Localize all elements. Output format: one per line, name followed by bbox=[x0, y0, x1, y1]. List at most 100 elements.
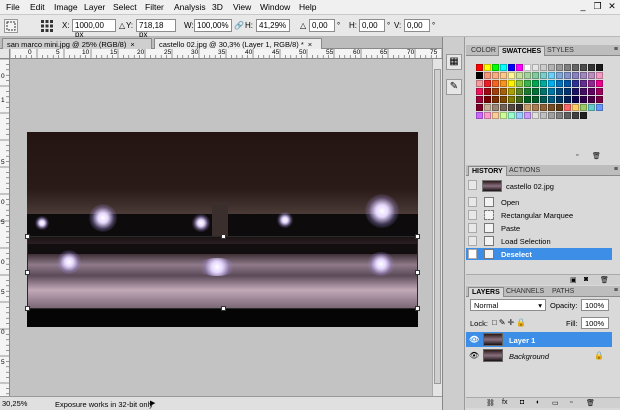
color-swatch[interactable] bbox=[556, 80, 563, 87]
color-swatch[interactable] bbox=[492, 80, 499, 87]
tab-san-marco[interactable]: san marco mini.jpg @ 25% (RGB/8) × bbox=[2, 38, 152, 49]
color-swatch[interactable] bbox=[484, 72, 491, 79]
color-swatch[interactable] bbox=[532, 72, 539, 79]
color-swatch[interactable] bbox=[556, 88, 563, 95]
color-swatch[interactable] bbox=[532, 96, 539, 103]
color-swatch[interactable] bbox=[516, 112, 523, 119]
minimize-icon[interactable]: _ bbox=[577, 1, 589, 11]
transform-handle[interactable] bbox=[25, 234, 30, 239]
color-swatch[interactable] bbox=[580, 104, 587, 111]
history-brush-source[interactable] bbox=[468, 223, 477, 233]
color-swatch[interactable] bbox=[532, 64, 539, 71]
color-swatch[interactable] bbox=[508, 88, 515, 95]
layer-style-icon[interactable]: fx bbox=[502, 399, 507, 406]
transform-handle[interactable] bbox=[25, 270, 30, 275]
color-swatch[interactable] bbox=[548, 104, 555, 111]
color-swatch[interactable] bbox=[516, 72, 523, 79]
new-snapshot-icon[interactable]: ◙ bbox=[584, 276, 588, 283]
tab-paths[interactable]: PATHS bbox=[549, 287, 577, 297]
color-swatch[interactable] bbox=[596, 104, 603, 111]
color-swatch[interactable] bbox=[596, 80, 603, 87]
tab-layers[interactable]: LAYERS bbox=[468, 287, 504, 297]
color-swatch[interactable] bbox=[548, 112, 555, 119]
color-swatch[interactable] bbox=[572, 64, 579, 71]
color-swatch[interactable] bbox=[516, 88, 523, 95]
color-swatch[interactable] bbox=[484, 64, 491, 71]
color-swatch[interactable] bbox=[500, 72, 507, 79]
new-document-icon[interactable]: ▣ bbox=[570, 276, 577, 284]
history-brush-source[interactable] bbox=[468, 236, 477, 246]
new-layer-icon[interactable]: ▫ bbox=[570, 399, 572, 406]
color-swatch[interactable] bbox=[484, 80, 491, 87]
color-swatch[interactable] bbox=[476, 72, 483, 79]
color-swatch[interactable] bbox=[524, 80, 531, 87]
tab-styles[interactable]: STYLES bbox=[544, 46, 577, 56]
opacity-field[interactable]: 100% bbox=[581, 299, 609, 311]
color-swatch[interactable] bbox=[540, 112, 547, 119]
color-swatch[interactable] bbox=[540, 96, 547, 103]
color-swatch[interactable] bbox=[492, 112, 499, 119]
color-swatch[interactable] bbox=[476, 64, 483, 71]
color-swatch[interactable] bbox=[508, 72, 515, 79]
color-swatch[interactable] bbox=[516, 104, 523, 111]
color-swatch[interactable] bbox=[556, 112, 563, 119]
layer-row-layer-1[interactable]: 👁 Layer 1 bbox=[466, 332, 612, 347]
hskew-field[interactable]: 0,00 bbox=[359, 19, 385, 32]
color-swatch[interactable] bbox=[580, 64, 587, 71]
history-brush-source[interactable] bbox=[468, 180, 477, 190]
menu-file[interactable]: File bbox=[6, 2, 20, 12]
tool-preset-picker[interactable] bbox=[4, 19, 18, 33]
link-icon[interactable]: 🔗 bbox=[234, 21, 244, 30]
transform-handle[interactable] bbox=[415, 306, 420, 311]
fill-field[interactable]: 100% bbox=[581, 317, 609, 329]
delete-swatch-icon[interactable]: 🗑 bbox=[592, 152, 601, 160]
color-swatch[interactable] bbox=[500, 88, 507, 95]
panel-menu-icon[interactable]: ≡ bbox=[614, 166, 618, 173]
link-layers-icon[interactable]: ⛓ bbox=[486, 399, 495, 407]
color-swatch[interactable] bbox=[500, 112, 507, 119]
color-swatch[interactable] bbox=[500, 96, 507, 103]
color-swatch[interactable] bbox=[524, 64, 531, 71]
color-swatch[interactable] bbox=[540, 104, 547, 111]
history-snapshot[interactable]: castello 02.jpg bbox=[466, 178, 612, 194]
color-swatch[interactable] bbox=[572, 112, 579, 119]
color-swatch[interactable] bbox=[524, 88, 531, 95]
eye-icon[interactable]: 👁 bbox=[469, 351, 479, 360]
close-tab-icon[interactable]: × bbox=[130, 40, 134, 49]
tool-presets-icon[interactable]: ✎ bbox=[446, 79, 462, 95]
history-item-selected[interactable]: Deselect bbox=[466, 248, 612, 260]
color-swatch[interactable] bbox=[548, 72, 555, 79]
zoom-level[interactable]: 30,25% bbox=[2, 398, 32, 409]
color-swatch[interactable] bbox=[524, 112, 531, 119]
color-swatch[interactable] bbox=[596, 64, 603, 71]
menu-layer[interactable]: Layer bbox=[84, 2, 105, 12]
color-swatch[interactable] bbox=[556, 64, 563, 71]
menu-window[interactable]: Window bbox=[260, 2, 290, 12]
color-swatch[interactable] bbox=[556, 104, 563, 111]
vertical-scrollbar[interactable] bbox=[432, 59, 442, 396]
color-swatch[interactable] bbox=[588, 80, 595, 87]
reference-point-icon[interactable] bbox=[40, 19, 54, 33]
color-swatch[interactable] bbox=[532, 88, 539, 95]
color-swatch[interactable] bbox=[516, 96, 523, 103]
menu-edit[interactable]: Edit bbox=[30, 2, 45, 12]
close-tab-icon[interactable]: × bbox=[308, 40, 312, 49]
color-swatch[interactable] bbox=[572, 96, 579, 103]
color-swatch[interactable] bbox=[476, 88, 483, 95]
color-swatch[interactable] bbox=[548, 80, 555, 87]
color-swatch[interactable] bbox=[508, 96, 515, 103]
lock-options-icons[interactable]: □✎✛🔒 bbox=[492, 318, 528, 327]
blend-mode-select[interactable]: Normal ▾ bbox=[470, 299, 546, 311]
color-swatch[interactable] bbox=[564, 112, 571, 119]
w-field[interactable]: 100,00% bbox=[194, 19, 232, 32]
color-swatch[interactable] bbox=[572, 104, 579, 111]
menu-3d[interactable]: 3D bbox=[212, 2, 223, 12]
ruler-origin[interactable] bbox=[0, 49, 10, 59]
color-swatch[interactable] bbox=[556, 96, 563, 103]
color-swatch[interactable] bbox=[540, 64, 547, 71]
delete-layer-icon[interactable]: 🗑 bbox=[586, 399, 595, 407]
color-swatch[interactable] bbox=[572, 88, 579, 95]
color-swatch[interactable] bbox=[596, 88, 603, 95]
color-swatch[interactable] bbox=[492, 88, 499, 95]
color-swatch[interactable] bbox=[524, 96, 531, 103]
